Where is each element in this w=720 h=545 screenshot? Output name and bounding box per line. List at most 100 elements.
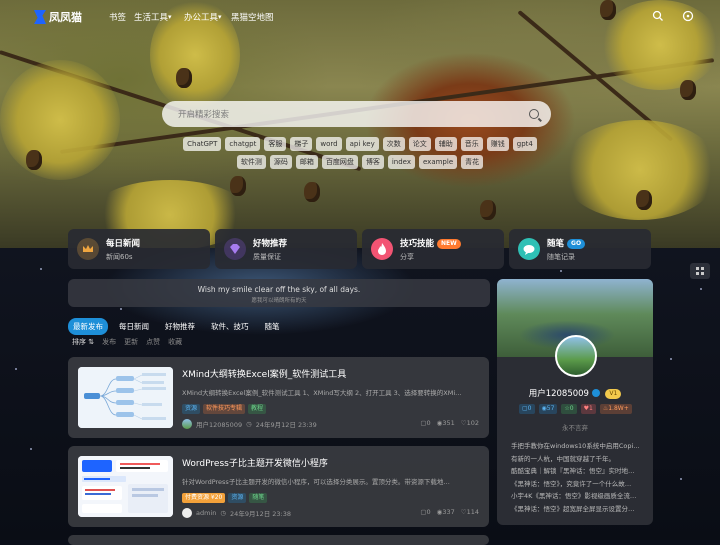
tag[interactable]: ChatGPT (183, 137, 222, 151)
tag[interactable]: example (419, 155, 458, 169)
tag[interactable]: 梯子 (290, 137, 313, 151)
post-author[interactable]: admin (196, 509, 216, 517)
nav-item-bookmarks[interactable]: 书签 (109, 11, 126, 23)
post-card[interactable] (68, 535, 489, 545)
qrcode-icon[interactable] (690, 263, 710, 279)
stat-favorites[interactable]: ☆0 (561, 404, 577, 414)
mindmap-image (78, 367, 173, 428)
tag[interactable]: word (316, 137, 342, 151)
card-daily-news[interactable]: 每日新闻 新闻60s (68, 229, 210, 269)
list-item[interactable]: 小宇4K《黑神话：悟空》影视级画质全流… (511, 490, 647, 503)
comment-count: ▢0 (420, 508, 431, 516)
tag[interactable]: 辅助 (434, 137, 457, 151)
post-excerpt: 针对WordPress子比主题开发的微信小程序，可以选择分类展示。置顶分类。带资… (182, 478, 450, 486)
tag[interactable]: 论文 (408, 137, 431, 151)
tag[interactable]: 音乐 (460, 137, 483, 151)
sort-option[interactable]: 收藏 (168, 337, 182, 347)
tab-latest[interactable]: 最新发布 (68, 318, 108, 335)
logo-icon (34, 10, 46, 24)
post-stats: ▢0 ◉337 ♡114 (420, 508, 479, 516)
search-icon[interactable] (529, 109, 539, 119)
list-item[interactable]: 手把手教你在windows10系统中启用Copi… (511, 440, 647, 453)
user-name[interactable]: 用户12085009 V1 (497, 387, 653, 399)
card-recommend[interactable]: 好物推荐 质量保证 (215, 229, 357, 269)
verified-icon (591, 389, 600, 397)
tag[interactable]: 百度网盘 (321, 155, 358, 169)
list-item[interactable]: 《黑神话：悟空》超宽屏全屏显示设置分… (511, 503, 647, 516)
list-item[interactable]: 有新的一人杭，中国就穿越了千年。 (511, 453, 647, 466)
post-stats: ▢0 ◉351 ♡102 (420, 419, 479, 427)
tab-skills[interactable]: 软件、技巧 (206, 318, 254, 335)
tag[interactable]: 软件测 (236, 155, 266, 169)
stat-views[interactable]: ♨1.8W+ (599, 404, 632, 414)
post-tags: 付费资源 ¥20 资源 随笔 (182, 493, 268, 503)
tag[interactable]: 赚钱 (486, 137, 509, 151)
flame-icon (371, 238, 393, 260)
chevron-down-icon: ▾ (168, 13, 172, 21)
post-tag[interactable]: 资源 (228, 493, 247, 503)
post-tag[interactable]: 资源 (182, 404, 201, 414)
post-title[interactable]: WordPress子比主题开发微信小程序 (182, 456, 328, 469)
sort-option[interactable]: 发布 (102, 337, 116, 347)
post-thumbnail[interactable] (78, 367, 173, 428)
post-tabs: 最新发布 每日新闻 好物推荐 软件、技巧 随笔 (68, 318, 285, 335)
sort-option[interactable]: 点赞 (146, 337, 160, 347)
gem-icon (224, 238, 246, 260)
card-notes[interactable]: 随笔 GO 随笔记录 (509, 229, 651, 269)
tag[interactable]: 客服 (264, 137, 287, 151)
post-tag[interactable]: 软件技巧专辑 (203, 404, 246, 414)
card-subtitle: 随笔记录 (547, 253, 575, 261)
avatar[interactable] (182, 419, 192, 429)
sort-option[interactable]: 更新 (124, 337, 138, 347)
card-title: 每日新闻 (106, 239, 141, 249)
post-card[interactable]: XMind大纲转换Excel案例_软件测试工具 XMind大纲转换Excel案例… (68, 357, 489, 438)
avatar[interactable] (182, 508, 192, 518)
user-signature: 永不言弃 (562, 424, 588, 432)
user-card: 用户12085009 V1 ▢0 ◉57 ☆0 ♥1 ♨1.8W+ 永不言弃 手… (497, 279, 653, 525)
stat-posts[interactable]: ▢0 (519, 404, 535, 414)
search-input[interactable] (176, 101, 520, 129)
sort-bar: 排序 ⇅ 发布 更新 点赞 收藏 (72, 337, 182, 347)
tag[interactable]: gpt4 (512, 137, 537, 151)
post-title[interactable]: XMind大纲转换Excel案例_软件测试工具 (182, 367, 346, 380)
post-tag[interactable]: 随笔 (249, 493, 268, 503)
tag[interactable]: chatgpt (225, 137, 261, 151)
nav-item-map[interactable]: 黑猫空地图 (231, 11, 274, 23)
stat-likes[interactable]: ♥1 (580, 404, 596, 414)
level-badge: V1 (605, 389, 622, 399)
daily-quote: Wish my smile clear off the sky, of all … (68, 279, 490, 307)
card-skills[interactable]: 技巧技能 NEW 分享 (362, 229, 504, 269)
comment-count: ▢0 (420, 419, 431, 427)
tab-notes[interactable]: 随笔 (260, 318, 285, 335)
tab-recommend[interactable]: 好物推荐 (160, 318, 200, 335)
avatar[interactable] (555, 335, 597, 377)
tag[interactable]: 邮箱 (295, 155, 318, 169)
search-box (162, 101, 551, 129)
post-date: 24年9月12日 23:38 (230, 510, 292, 518)
search-icon[interactable] (652, 10, 664, 22)
tag[interactable]: api key (345, 137, 379, 151)
quote-chinese: 愿我可以晴朗所有的天 (251, 298, 307, 304)
card-title: 随笔 GO (547, 237, 586, 249)
user-icon[interactable] (682, 10, 694, 22)
tag[interactable]: 青花 (461, 155, 484, 169)
post-tag[interactable]: 教程 (248, 404, 267, 414)
post-date: 24年9月12日 23:39 (255, 421, 317, 429)
post-thumbnail[interactable] (78, 456, 173, 517)
paid-badge[interactable]: 付费资源 ¥20 (182, 493, 226, 503)
post-card[interactable]: WordPress子比主题开发微信小程序 针对WordPress子比主题开发的微… (68, 446, 489, 527)
list-item[interactable]: 酷酷宝典｜解锁『黑神话：悟空』实时地… (511, 465, 647, 478)
tag[interactable]: 次数 (382, 137, 405, 151)
site-logo[interactable]: 凤凤猫 (34, 9, 82, 25)
list-item[interactable]: 《黑神话：悟空》，究竟许了一个什么故… (511, 478, 647, 491)
tag[interactable]: 博客 (361, 155, 384, 169)
nav-item-life-tools[interactable]: 生活工具 (134, 11, 168, 23)
sort-chevron-icon: ⇅ (88, 338, 95, 346)
tag[interactable]: 源码 (269, 155, 292, 169)
stat-comments[interactable]: ◉57 (538, 404, 558, 414)
post-author[interactable]: 用户12085009 (196, 419, 242, 429)
nav-item-office-tools[interactable]: 办公工具 (184, 11, 218, 23)
tag[interactable]: index (387, 155, 415, 169)
card-title: 技巧技能 NEW (400, 237, 461, 249)
tab-news[interactable]: 每日新闻 (114, 318, 154, 335)
